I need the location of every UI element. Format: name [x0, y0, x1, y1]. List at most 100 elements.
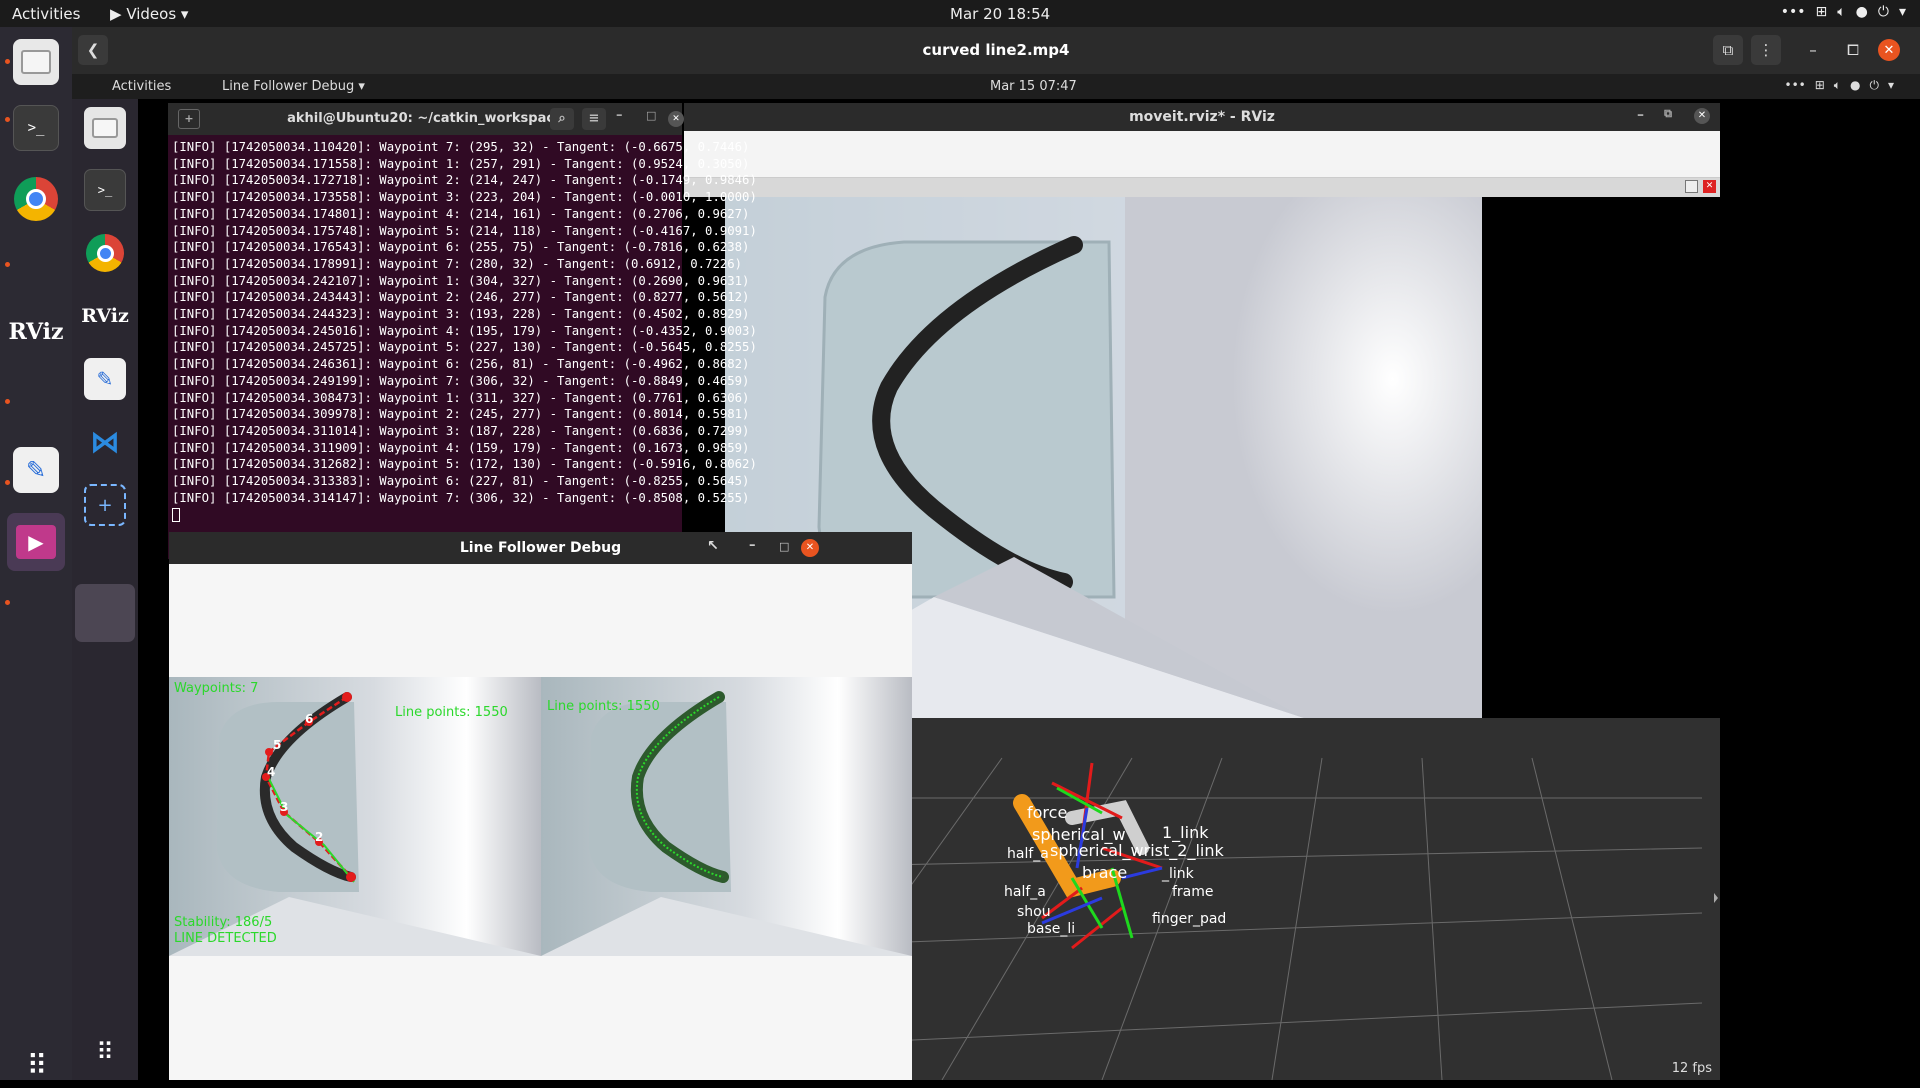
host-top-bar: Activities ▶ Videos ▾ Mar 20 18:54 ••• ⊞…	[0, 0, 1920, 27]
text-editor-icon[interactable]: ✎	[13, 447, 59, 493]
inner-app-menu-label: Line Follower Debug	[222, 79, 355, 94]
maximize-button[interactable]: ⧠	[1838, 35, 1868, 65]
show-applications-icon[interactable]: ⠿	[13, 1042, 59, 1088]
app-menu-label: Videos	[126, 5, 177, 23]
network-icon: ⊞	[1814, 78, 1825, 92]
videos-icon[interactable]: ▶	[7, 513, 65, 571]
restore-icon: ⧉	[1664, 107, 1672, 120]
power-icon: ⏻	[1869, 78, 1879, 92]
clock[interactable]: Mar 20 18:54	[950, 5, 1050, 23]
terminal-line: [INFO] [1742050034.176543]: Waypoint 6: …	[172, 240, 750, 255]
chrome-icon[interactable]	[13, 176, 59, 222]
robot-label: 1_link	[1162, 823, 1209, 843]
mic-icon: ●	[1849, 78, 1861, 92]
running-indicator	[5, 262, 10, 267]
line-follower-debug-window: Line Follower Debug ↖ – □ ✕ 6 5 4 3 2 Wa…	[169, 532, 912, 1080]
close-button[interactable]: ✕	[1878, 39, 1900, 61]
hamburger-menu-icon: ≡	[582, 108, 606, 130]
fullscreen-button[interactable]: ⧉	[1713, 35, 1743, 65]
terminal-line: [INFO] [1742050034.308473]: Waypoint 1: …	[172, 390, 750, 405]
minimize-button[interactable]: –	[1798, 35, 1828, 65]
close-icon: ✕	[1883, 42, 1895, 58]
close-icon: ✕	[668, 111, 684, 127]
rviz-icon[interactable]: RViz	[8, 309, 63, 355]
terminal-window: + akhil@Ubuntu20: ~/catkin_workspace ⌕ ≡…	[168, 103, 757, 559]
line-points-left: Line points: 1550	[395, 705, 508, 720]
terminal-line: [INFO] [1742050034.175748]: Waypoint 5: …	[172, 223, 757, 238]
waypoint-number: 4	[267, 765, 275, 779]
maximize-icon: □	[646, 109, 657, 122]
menu-button[interactable]: ⋮	[1751, 35, 1781, 65]
inner-system-tray: ••• ⊞ 🔈︎ ● ⏻ ▾	[1784, 78, 1894, 93]
terminal-line: [INFO] [1742050034.249199]: Waypoint 7: …	[172, 373, 750, 388]
mic-icon: ●	[1855, 4, 1868, 20]
video-title: curved line2.mp4	[922, 41, 1070, 59]
robot-label: shou	[1017, 904, 1051, 920]
close-icon: ✕	[1694, 108, 1710, 124]
running-indicator	[5, 600, 10, 605]
vscode-icon: ⋈	[90, 424, 120, 460]
more-icon: •••	[1784, 78, 1806, 92]
screenshot-icon: +	[84, 484, 126, 526]
robot-label: spherical_wrist_2_link	[1050, 841, 1224, 861]
mouse-cursor-icon: ↖	[707, 538, 719, 554]
close-icon: ✕	[801, 539, 819, 557]
waypoint-number: 3	[280, 800, 288, 814]
minimize-icon: –	[616, 108, 623, 123]
terminal-line: [INFO] [1742050034.171558]: Waypoint 1: …	[172, 156, 750, 171]
files-icon[interactable]	[13, 39, 59, 85]
running-indicator	[5, 480, 10, 485]
chevron-down-icon: ▾	[1887, 78, 1894, 92]
terminal-line: [INFO] [1742050034.313383]: Waypoint 6: …	[172, 474, 750, 489]
terminal-line: [INFO] [1742050034.246361]: Waypoint 6: …	[172, 357, 750, 372]
terminal-line: [INFO] [1742050034.174801]: Waypoint 4: …	[172, 206, 750, 221]
terminal-line: [INFO] [1742050034.309978]: Waypoint 2: …	[172, 407, 750, 422]
host-dock: >_ RViz ✎ ▶ ⠿	[0, 27, 72, 1082]
robot-label: base_li	[1027, 921, 1075, 937]
activities-button[interactable]: Activities	[12, 5, 80, 23]
inner-dock: >_ RViz ✎ ⋈ + ⠿	[72, 99, 138, 1080]
terminal-line: [INFO] [1742050034.172718]: Waypoint 2: …	[172, 173, 757, 188]
camera-panel-header: ✕	[684, 178, 1720, 197]
running-indicator	[5, 59, 10, 64]
show-applications-icon: ⠿	[96, 1038, 114, 1066]
kebab-menu-icon: ⋮	[1758, 41, 1774, 59]
rviz-toolbar	[684, 131, 1720, 178]
terminal-line: [INFO] [1742050034.243443]: Waypoint 2: …	[172, 290, 750, 305]
terminal-line: [INFO] [1742050034.245016]: Waypoint 4: …	[172, 323, 757, 338]
waypoint-number: 5	[273, 738, 281, 752]
terminal-line: [INFO] [1742050034.244323]: Waypoint 3: …	[172, 307, 750, 322]
chrome-icon	[84, 232, 126, 274]
power-icon: ⏻	[1877, 4, 1889, 20]
terminal-output: [INFO] [1742050034.110420]: Waypoint 7: …	[172, 139, 757, 523]
terminal-line: [INFO] [1742050034.311014]: Waypoint 3: …	[172, 423, 750, 438]
terminal-line: [INFO] [1742050034.311909]: Waypoint 4: …	[172, 440, 750, 455]
fps-counter: 12 fps	[1671, 1061, 1712, 1076]
inner-clock: Mar 15 07:47	[990, 79, 1077, 94]
volume-icon: 🔈︎	[1833, 78, 1841, 92]
search-icon: ⌕	[550, 108, 574, 130]
undock-icon	[1685, 180, 1698, 193]
terminal-line: [INFO] [1742050034.110420]: Waypoint 7: …	[172, 140, 750, 154]
video-frame[interactable]: Activities Line Follower Debug ▾ Mar 15 …	[72, 74, 1920, 1081]
terminal-icon: >_	[84, 169, 126, 211]
robot-label: finger_pad	[1152, 911, 1226, 927]
more-icon[interactable]: •••	[1781, 4, 1806, 20]
rviz-title-bar: moveit.rviz* - RViz – ⧉ ✕	[684, 103, 1720, 131]
line-detected-status: LINE DETECTED	[174, 931, 277, 946]
chevron-down-icon: ▾	[176, 5, 189, 23]
terminal-line: [INFO] [1742050034.245725]: Waypoint 5: …	[172, 340, 757, 355]
rviz-label: RViz	[8, 319, 64, 345]
active-app-slot	[75, 584, 135, 642]
inner-top-bar: Activities Line Follower Debug ▾ Mar 15 …	[72, 74, 1920, 99]
terminal-icon[interactable]: >_	[13, 105, 59, 151]
app-menu[interactable]: ▶ Videos ▾	[110, 5, 188, 23]
stability-readout: Stability: 186/5	[174, 915, 273, 930]
volume-icon: 🔈︎	[1837, 4, 1846, 20]
waypoint-number: 6	[305, 712, 313, 726]
system-tray[interactable]: ••• ⊞ 🔈︎ ● ⏻ ▾	[1781, 4, 1906, 20]
rviz-icon: RViz	[81, 295, 129, 337]
debug-image: 6 5 4 3 2 Waypoints: 7 Line points: 1550…	[169, 677, 912, 956]
maximize-icon: ⧠	[1846, 41, 1859, 59]
terminal-line: [INFO] [1742050034.314147]: Waypoint 7: …	[172, 490, 750, 505]
